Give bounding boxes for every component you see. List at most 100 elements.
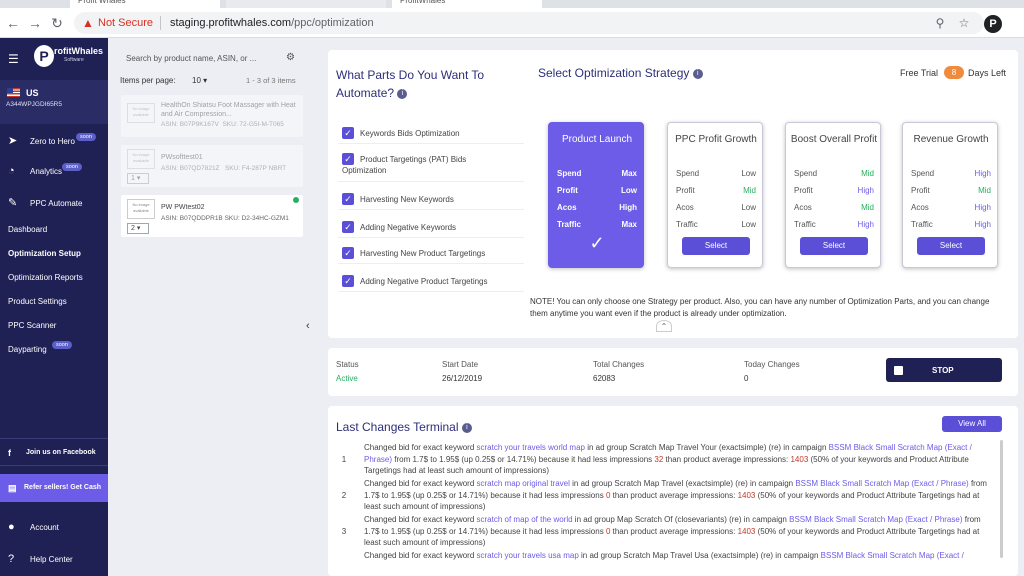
terminal-scrollbar[interactable] [1000, 440, 1003, 558]
product-card[interactable]: No image available HealthOn Shiatsu Foot… [120, 94, 304, 138]
browser-tab[interactable] [226, 0, 386, 8]
view-all-button[interactable]: View All [942, 416, 1002, 432]
sidebar-item-zero-to-hero[interactable]: ➤ Zero to Hero soon [0, 132, 108, 152]
facebook-icon: f [8, 448, 11, 458]
profile-avatar[interactable]: P [984, 15, 1002, 33]
strategy-metric: Profit [676, 186, 695, 195]
stop-button[interactable]: STOP [886, 358, 1002, 382]
entry-text-part: than product average impressions: [610, 526, 738, 536]
facebook-label: Join us on Facebook [26, 449, 96, 456]
strategy-row: Spend Max [557, 169, 637, 178]
quantity-select[interactable]: 1 ▾ [127, 173, 149, 184]
sidebar-item-ppc-automate[interactable]: ✎ PPC Automate [0, 194, 108, 214]
product-asin: ASIN: B07QD7821Z SKU: F4-287P NBRT [161, 165, 286, 172]
select-button[interactable]: Select [800, 237, 868, 255]
strategy-metric: Acos [911, 203, 929, 212]
stop-icon [894, 366, 903, 375]
logo-sub: Software [64, 57, 84, 63]
star-icon[interactable]: ☆ [956, 15, 972, 31]
back-icon[interactable]: ← [4, 14, 22, 32]
strategy-card-product-launch[interactable]: Product Launch Spend Max Profit Low Acos Hi… [548, 122, 644, 268]
part-option[interactable]: ✓ Keywords Bids Optimization [338, 122, 524, 144]
info-icon[interactable]: i [692, 68, 703, 79]
info-icon[interactable]: i [461, 422, 472, 433]
total-changes-value: 62083 [593, 374, 616, 383]
strategy-title: Select Optimization Strategy i [538, 66, 703, 80]
trial-days-suffix: Days Left [968, 68, 1007, 78]
product-card[interactable]: No image available PW PWtest02 ASIN: B07… [120, 194, 304, 238]
sidebar-item-optimization-setup[interactable]: Optimization Setup [0, 244, 108, 264]
strategy-title: PPC Profit Growth [675, 134, 757, 145]
entry-text: Changed bid for exact keyword scratch of… [364, 514, 994, 549]
strategy-level: Mid [978, 186, 991, 195]
url-divider [160, 16, 161, 30]
user-icon: ● [8, 521, 15, 533]
sidebar-item-label: Zero to Hero [30, 137, 75, 146]
entry-keyword: scratch of map of the world [476, 515, 573, 524]
sidebar-item-product-settings[interactable]: Product Settings [0, 292, 108, 312]
items-count: 1 - 3 of 3 items [246, 76, 296, 85]
entry-number: 2 [341, 491, 347, 500]
quantity-select[interactable]: 2 ▾ [127, 223, 149, 234]
part-option-label: Keywords Bids Optimization [360, 129, 460, 138]
filter-icon[interactable]: ⚙ [286, 52, 300, 63]
part-option[interactable]: ✓ Product Targetings (PAT) Bids Optimiza… [338, 148, 524, 182]
entry-text: Changed bid for exact keyword scratch yo… [364, 550, 994, 562]
security-label[interactable]: Not Secure [98, 17, 153, 29]
strategy-metric: Acos [557, 203, 577, 212]
checkbox-checked-icon[interactable]: ✓ [342, 193, 354, 205]
sidebar-item-label: Optimization Reports [8, 273, 83, 282]
product-search-input[interactable]: Search by product name, ASIN, or ... [126, 54, 274, 63]
menu-icon[interactable]: ☰ [8, 52, 20, 66]
help-icon: ? [8, 553, 15, 565]
url-host: staging.profitwhales.com [170, 17, 292, 29]
part-option[interactable]: ✓ Harvesting New Keywords [338, 188, 524, 210]
url-input[interactable]: ▲ Not Secure staging.profitwhales.com/pp… [74, 12, 984, 34]
analytics-icon: ◔ [8, 165, 15, 177]
refer-button[interactable]: ▤ Refer sellers! Get Cash [0, 474, 108, 502]
browser-tab[interactable]: Profit Whales [70, 0, 220, 8]
reload-icon[interactable]: ↻ [48, 14, 66, 32]
sidebar-item-dayparting[interactable]: Dayparting soon [0, 340, 108, 360]
entry-campaign: BSSM Black Small Scratch Map (Exact / [820, 551, 964, 560]
sidebar-item-analytics[interactable]: ◔ Analytics soon [0, 162, 108, 182]
address-bar: ← → ↻ ▲ Not Secure staging.profitwhales.… [0, 8, 1024, 38]
total-changes-label: Total Changes [593, 360, 645, 369]
select-button[interactable]: Select [917, 237, 985, 255]
part-option-label: Adding Negative Keywords [360, 223, 457, 232]
strategy-card-boost-overall-profit[interactable]: Boost Overall Profit Spend Mid Profit High… [785, 122, 881, 268]
strategy-card-ppc-profit-growth[interactable]: PPC Profit Growth Spend Low Profit Mid Aco… [667, 122, 763, 268]
product-card[interactable]: No image available PWsofttest01 ASIN: B0… [120, 144, 304, 188]
sidebar-item-label: Analytics [30, 167, 63, 176]
trial-days-badge: 8 [944, 66, 964, 79]
sidebar-item-ppc-scanner[interactable]: PPC Scanner [0, 316, 108, 336]
checkbox-checked-icon[interactable]: ✓ [342, 221, 354, 233]
entry-keyword: scratch your travels usa map [476, 551, 579, 560]
sidebar-item-optimization-reports[interactable]: Optimization Reports [0, 268, 108, 288]
sidebar-item-account[interactable]: ● Account [0, 518, 108, 538]
status-value: Active [336, 374, 358, 383]
entry-text-part: in ad group Scratch Map Travel (exactsim… [569, 479, 796, 488]
strategy-card-revenue-growth[interactable]: Revenue Growth Spend High Profit Mid Acos H… [902, 122, 998, 268]
sidebar-item-dashboard[interactable]: Dashboard [0, 220, 108, 240]
items-per-page-select[interactable]: 10 ▾ [192, 76, 207, 85]
chevron-up-icon[interactable]: ⌃ [656, 320, 672, 332]
account-switcher[interactable]: US A344WPJGDI65R5 [0, 80, 108, 124]
part-option[interactable]: ✓ Adding Negative Keywords [338, 216, 524, 238]
select-button[interactable]: Select [682, 237, 750, 255]
entry-text-part: from 1.7$ to 1.95$ (up 0.25$ or 14.71%) … [392, 454, 655, 464]
checkbox-checked-icon[interactable]: ✓ [342, 275, 354, 287]
checkbox-checked-icon[interactable]: ✓ [342, 127, 354, 139]
browser-tab[interactable]: ProfitWhales [392, 0, 542, 8]
collapse-panel-icon[interactable]: ‹ [306, 320, 310, 332]
part-option[interactable]: ✓ Harvesting New Product Targetings [338, 242, 524, 264]
entry-keyword: scratch map original travel [476, 479, 570, 488]
sidebar-item-help[interactable]: ? Help Center [0, 550, 108, 570]
forward-icon[interactable]: → [26, 14, 44, 32]
part-option-label: Harvesting New Keywords [360, 195, 454, 204]
zoom-icon[interactable]: ⚲ [932, 15, 948, 31]
checkbox-checked-icon[interactable]: ✓ [342, 247, 354, 259]
part-option[interactable]: ✓ Adding Negative Product Targetings [338, 270, 524, 292]
info-icon[interactable]: i [397, 88, 408, 99]
facebook-button[interactable]: f Join us on Facebook [0, 438, 108, 466]
